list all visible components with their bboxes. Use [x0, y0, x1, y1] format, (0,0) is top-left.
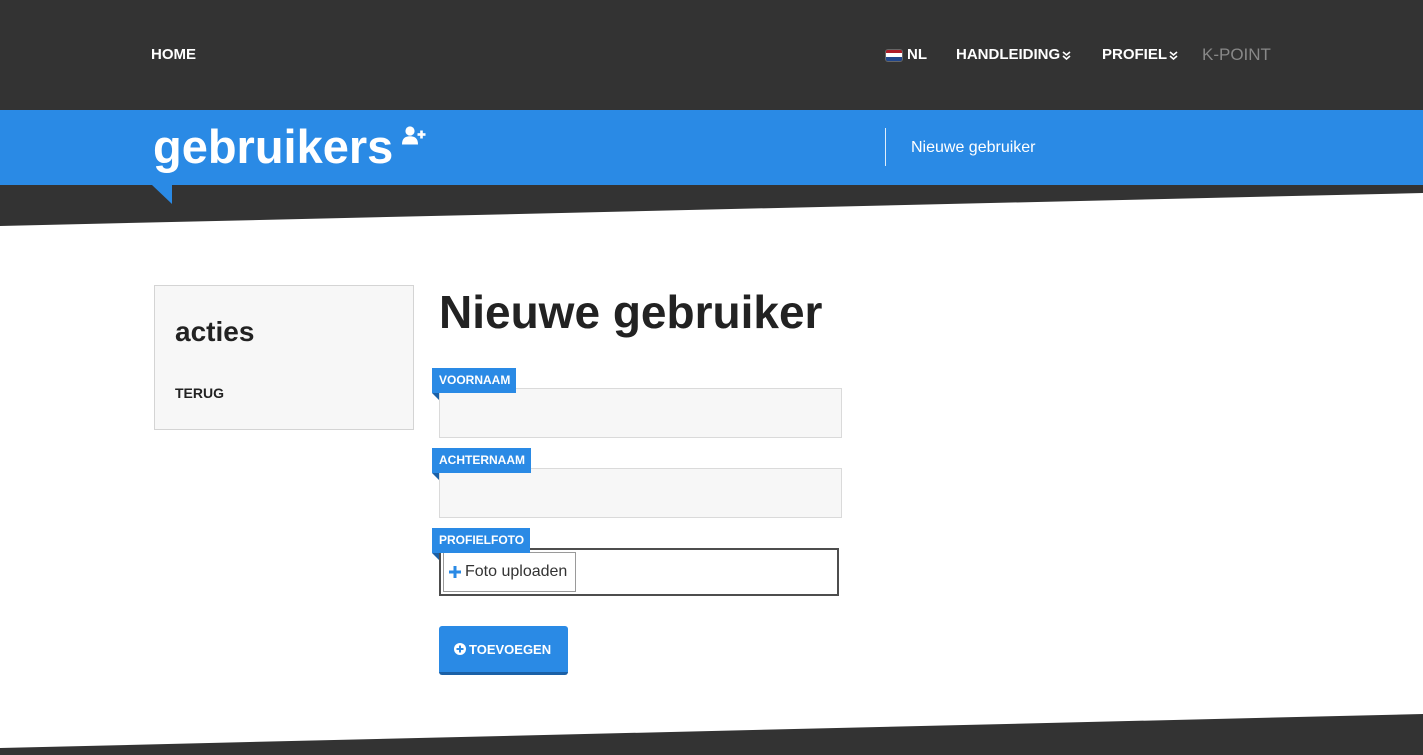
breadcrumb-current-page: Nieuwe gebruiker — [911, 139, 1036, 156]
plus-icon — [449, 566, 461, 578]
nav-handleiding-label: HANDLEIDING — [956, 46, 1061, 63]
page-title: Nieuwe gebruiker — [439, 286, 823, 338]
upload-photo-button[interactable]: Foto uploaden — [443, 552, 576, 592]
actions-panel: acties TERUG — [154, 285, 414, 430]
profile-photo-label: PROFIELFOTO — [432, 528, 531, 560]
profile-photo-upload-area: Foto uploaden — [439, 548, 839, 596]
upload-photo-label: Foto uploaden — [465, 563, 568, 580]
language-label: NL — [907, 46, 927, 63]
nav-home-link[interactable]: HOME — [151, 46, 196, 64]
footer-background — [0, 714, 1423, 755]
banner-tail — [152, 185, 172, 204]
back-link[interactable]: TERUG — [175, 385, 224, 402]
language-switcher[interactable]: NL — [886, 46, 927, 64]
nav-handleiding-menu[interactable]: HANDLEIDING — [956, 46, 1071, 64]
add-user-button[interactable]: TOEVOEGEN — [439, 626, 568, 675]
double-chevron-down-icon — [1169, 50, 1178, 60]
firstname-label: VOORNAAM — [432, 368, 517, 400]
banner-divider — [885, 128, 886, 166]
nav-profiel-menu[interactable]: PROFIEL — [1102, 46, 1178, 64]
firstname-field[interactable] — [439, 388, 842, 438]
user-plus-icon — [402, 126, 426, 145]
lastname-label: ACHTERNAAM — [432, 448, 531, 480]
circle-plus-icon — [454, 643, 466, 655]
section-title: gebruikers — [153, 120, 394, 173]
brand-link[interactable]: K-POINT — [1202, 45, 1271, 65]
actions-heading: acties — [175, 316, 255, 347]
double-chevron-down-icon — [1062, 50, 1071, 60]
netherlands-flag-icon — [886, 49, 902, 61]
nav-profiel-label: PROFIEL — [1102, 46, 1168, 63]
add-user-label: TOEVOEGEN — [469, 641, 552, 657]
lastname-field[interactable] — [439, 468, 842, 518]
